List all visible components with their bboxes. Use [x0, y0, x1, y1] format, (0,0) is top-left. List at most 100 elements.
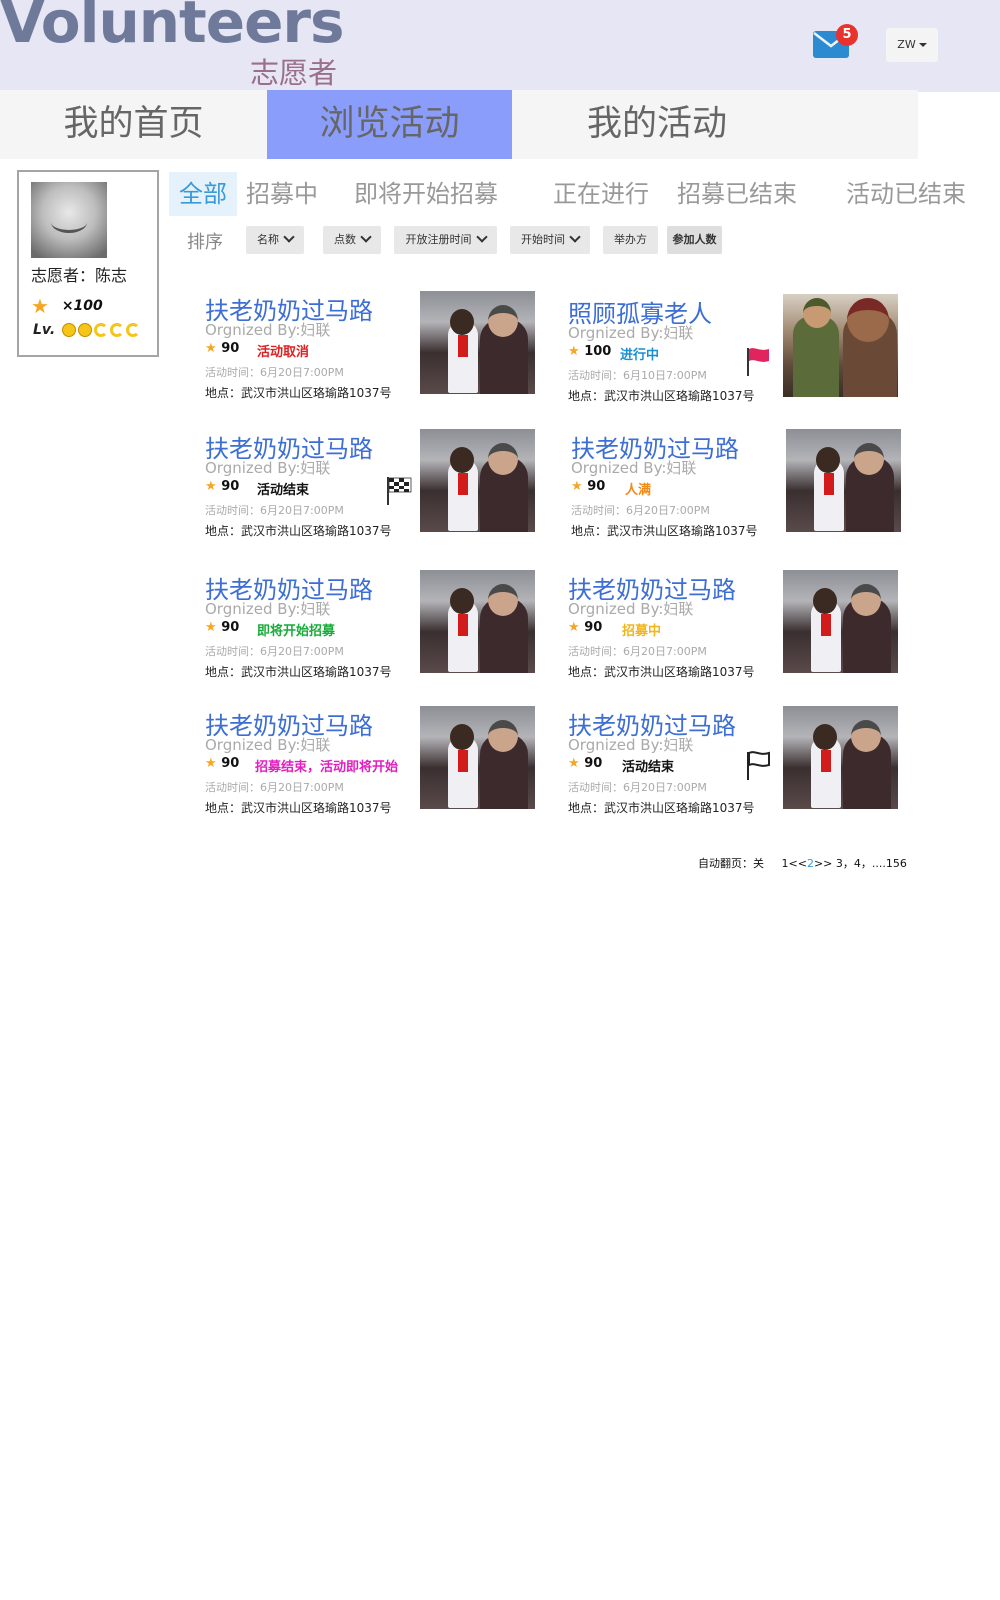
sort-by-register-time-button[interactable]: 开放注册时间: [394, 226, 497, 254]
page-current[interactable]: 2: [807, 857, 814, 870]
activity-photo[interactable]: [783, 294, 898, 397]
volunteer-level: Lv.: [33, 322, 141, 338]
activity-location: 地点：武汉市洪山区珞瑜路1037号: [205, 665, 392, 679]
activity-time: 活动时间：6月20日7:00PM: [571, 504, 710, 517]
activity-status: 活动结束: [257, 483, 310, 498]
sort-start-time-label: 开始时间: [521, 233, 565, 246]
activity-status: 人满: [625, 483, 652, 498]
chevron-down-icon: [360, 231, 372, 243]
activity-card[interactable]: 扶老奶奶过马路 Orgnized By:妇联 ★ 90 人满 活动时间：6月20…: [571, 429, 911, 539]
activity-card[interactable]: 扶老奶奶过马路 Orgnized By:妇联 ★ 90 活动结束 活动时间：6月…: [568, 706, 908, 816]
black-flag-icon: [747, 751, 770, 780]
star-icon: ★: [205, 620, 217, 635]
activity-photo[interactable]: [783, 570, 898, 673]
activity-score: ★ 90: [568, 620, 603, 635]
sun-level-icon: [78, 323, 93, 337]
avatar: [31, 182, 107, 258]
mail-count-badge: 5: [836, 24, 858, 46]
tab-my-activities[interactable]: 我的活动: [512, 90, 802, 159]
activity-photo[interactable]: [420, 706, 535, 809]
activity-location: 地点：武汉市洪山区珞瑜路1037号: [568, 665, 755, 679]
chevron-down-icon: [283, 231, 295, 243]
activity-photo[interactable]: [783, 706, 898, 809]
sort-by-organizer-button[interactable]: 举办方: [603, 226, 658, 254]
activity-location: 地点：武汉市洪山区珞瑜路1037号: [205, 386, 392, 400]
header: Volunteers 志愿者 5 ZW: [0, 0, 1000, 92]
filter-activity-ended[interactable]: 活动已结束: [846, 172, 966, 216]
activity-status: 招募中: [622, 624, 662, 639]
profile-card: 志愿者：陈志 ★ ×100 Lv.: [17, 170, 159, 357]
activity-organizer: Orgnized By:妇联: [568, 736, 694, 754]
main-nav: 我的首页 浏览活动 我的活动: [0, 90, 918, 159]
activity-location: 地点：武汉市洪山区珞瑜路1037号: [571, 524, 758, 538]
activity-time: 活动时间：6月20日7:00PM: [205, 366, 344, 379]
activity-score: ★ 90: [571, 479, 606, 494]
activity-organizer: Orgnized By:妇联: [568, 324, 694, 342]
activity-organizer: Orgnized By:妇联: [205, 459, 331, 477]
chevron-down-icon: [569, 231, 581, 243]
filter-upcoming-recruit[interactable]: 即将开始招募: [354, 172, 498, 216]
sort-by-name-button[interactable]: 名称: [246, 226, 304, 254]
volunteer-points: ★ ×100: [31, 294, 103, 318]
sort-points-label: 点数: [334, 233, 356, 246]
filter-recruit-ended[interactable]: 招募已结束: [677, 172, 797, 216]
page-next-list[interactable]: >> 3，4，....156: [814, 857, 907, 870]
star-icon: ★: [568, 620, 580, 635]
activity-organizer: Orgnized By:妇联: [205, 321, 331, 339]
activity-photo[interactable]: [420, 429, 535, 532]
activity-status: 即将开始招募: [257, 624, 336, 639]
activity-time: 活动时间：6月20日7:00PM: [568, 645, 707, 658]
activity-score: ★ 90: [568, 756, 603, 771]
moon-level-icon: [126, 323, 141, 337]
activity-time: 活动时间：6月10日7:00PM: [568, 369, 707, 382]
activity-location: 地点：武汉市洪山区珞瑜路1037号: [568, 389, 755, 403]
filter-all[interactable]: 全部: [169, 172, 237, 216]
activity-score: ★ 90: [205, 479, 240, 494]
sort-by-points-button[interactable]: 点数: [323, 226, 381, 254]
activity-status: 活动取消: [257, 345, 310, 360]
star-icon: ★: [571, 479, 583, 494]
sort-label: 排序: [187, 232, 223, 253]
filter-in-progress[interactable]: 正在进行: [553, 172, 649, 216]
red-flag-icon: [747, 348, 769, 376]
sort-by-participants-button[interactable]: 参加人数: [667, 226, 722, 254]
activity-organizer: Orgnized By:妇联: [205, 600, 331, 618]
activity-score: ★ 90: [205, 620, 240, 635]
activity-card[interactable]: 扶老奶奶过马路 Orgnized By:妇联 ★ 90 活动取消 活动时间：6月…: [205, 291, 545, 401]
activity-organizer: Orgnized By:妇联: [568, 600, 694, 618]
chevron-down-icon: [475, 231, 488, 243]
sort-by-start-time-button[interactable]: 开始时间: [510, 226, 590, 254]
logo-title: Volunteers: [0, 0, 345, 56]
star-icon: ★: [205, 756, 217, 771]
caret-down-icon: [918, 43, 927, 47]
star-icon: ★: [205, 479, 217, 494]
activity-score: ★ 100: [568, 344, 612, 359]
activity-card[interactable]: 照顾孤寡老人 Orgnized By:妇联 ★ 100 进行中 活动时间：6月1…: [568, 294, 908, 404]
activity-card[interactable]: 扶老奶奶过马路 Orgnized By:妇联 ★ 90 招募结束，活动即将开始 …: [205, 706, 545, 816]
activity-time: 活动时间：6月20日7:00PM: [205, 645, 344, 658]
user-menu-button[interactable]: ZW: [886, 28, 938, 62]
activity-photo[interactable]: [420, 291, 535, 394]
star-icon: ★: [205, 341, 217, 356]
sun-level-icon: [62, 323, 77, 337]
sort-register-time-label: 开放注册时间: [405, 233, 472, 246]
user-name: ZW: [897, 38, 916, 51]
level-label: Lv.: [33, 322, 56, 338]
filter-recruiting[interactable]: 招募中: [246, 172, 318, 216]
activity-photo[interactable]: [786, 429, 901, 532]
activity-card[interactable]: 扶老奶奶过马路 Orgnized By:妇联 ★ 90 活动结束 活动时间：6月…: [205, 429, 545, 539]
tab-home[interactable]: 我的首页: [0, 90, 267, 159]
activity-photo[interactable]: [420, 570, 535, 673]
tab-browse-activities[interactable]: 浏览活动: [267, 90, 512, 159]
activity-card[interactable]: 扶老奶奶过马路 Orgnized By:妇联 ★ 90 招募中 活动时间：6月2…: [568, 570, 908, 680]
activity-location: 地点：武汉市洪山区珞瑜路1037号: [568, 801, 755, 815]
pagination: 自动翻页：关 1<<2>> 3，4，....156: [698, 855, 907, 871]
activity-card[interactable]: 扶老奶奶过马路 Orgnized By:妇联 ★ 90 即将开始招募 活动时间：…: [205, 570, 545, 680]
logo-subtitle: 志愿者: [250, 56, 338, 90]
page-prev[interactable]: 1<<: [782, 857, 807, 870]
activity-time: 活动时间：6月20日7:00PM: [205, 504, 344, 517]
moon-level-icon: [110, 323, 125, 337]
activity-organizer: Orgnized By:妇联: [571, 459, 697, 477]
activity-location: 地点：武汉市洪山区珞瑜路1037号: [205, 801, 392, 815]
auto-page-toggle[interactable]: 自动翻页：关: [698, 857, 764, 870]
